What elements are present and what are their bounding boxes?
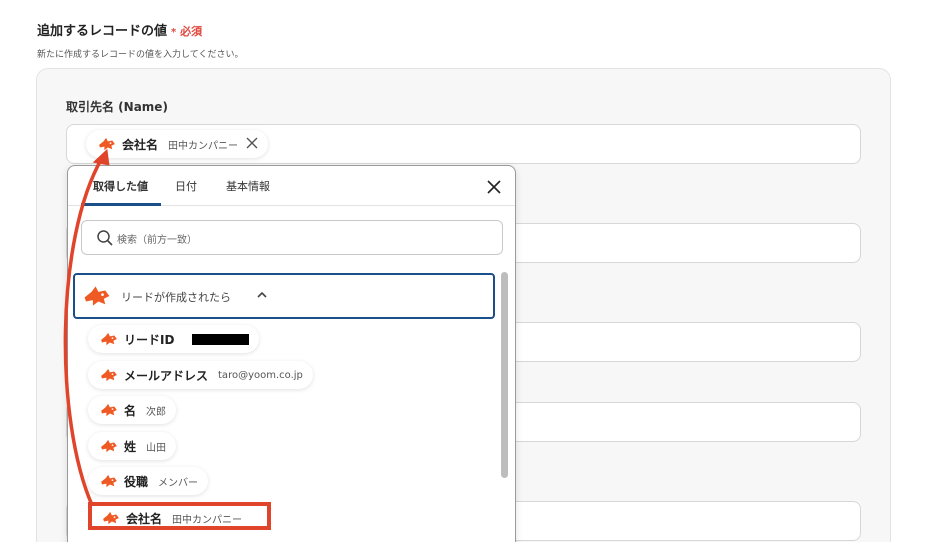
value-item-email[interactable]: メールアドレス taro@yoom.co.jp bbox=[88, 361, 313, 389]
value-item-first-name[interactable]: 名 次郎 bbox=[88, 396, 177, 424]
popup-scrollbar[interactable] bbox=[501, 272, 508, 478]
item-name: 名 bbox=[124, 403, 137, 418]
yoom-logo-icon bbox=[101, 403, 117, 417]
yoom-logo-icon bbox=[99, 137, 115, 151]
item-value: 山田 bbox=[146, 442, 167, 454]
redacted-value bbox=[192, 333, 250, 345]
search-icon bbox=[97, 230, 113, 246]
selected-value-chip[interactable]: 会社名 田中カンパニー bbox=[86, 130, 269, 158]
search-input[interactable]: 検索（前方一致） bbox=[81, 220, 503, 255]
item-name: メールアドレス bbox=[124, 368, 209, 383]
value-item-last-name[interactable]: 姓 山田 bbox=[88, 432, 177, 460]
yoom-logo-icon bbox=[101, 439, 117, 453]
remove-chip-icon[interactable] bbox=[246, 136, 258, 152]
section-title: 追加するレコードの値 * 必須 bbox=[37, 20, 202, 39]
popup-tabs: 取得した値 日付 基本情報 bbox=[68, 166, 515, 206]
tab-acquired-values[interactable]: 取得した値 bbox=[93, 178, 148, 194]
yoom-logo-icon bbox=[101, 474, 117, 488]
yoom-logo-icon bbox=[101, 332, 117, 346]
value-item-title[interactable]: 役職 メンバー bbox=[88, 467, 209, 495]
required-star: * bbox=[171, 27, 177, 38]
highlight-box bbox=[88, 502, 271, 530]
item-value: メンバー bbox=[158, 477, 199, 489]
tab-basic-info[interactable]: 基本情報 bbox=[226, 178, 270, 194]
section-description: 新たに作成するレコードの値を入力してください。 bbox=[37, 50, 244, 60]
chip-name: 会社名 bbox=[122, 137, 159, 152]
chip-value: 田中カンパニー bbox=[168, 140, 239, 152]
item-name: 姓 bbox=[124, 439, 137, 454]
required-label: 必須 bbox=[180, 25, 203, 38]
item-value: 次郎 bbox=[146, 406, 167, 418]
group-label: リードが作成されたら bbox=[121, 291, 231, 304]
trigger-group-header[interactable]: リードが作成されたら bbox=[73, 273, 495, 319]
field-label-name: 取引先名 (Name) bbox=[66, 100, 168, 114]
chevron-up-icon bbox=[257, 291, 267, 298]
required-badge: * 必須 bbox=[171, 25, 202, 38]
search-placeholder: 検索（前方一致） bbox=[117, 235, 197, 246]
close-icon[interactable] bbox=[483, 176, 505, 198]
item-name: リードID bbox=[124, 332, 175, 347]
item-name: 役職 bbox=[124, 474, 149, 489]
yoom-logo-icon bbox=[84, 286, 110, 306]
section-title-text: 追加するレコードの値 bbox=[37, 24, 168, 39]
active-tab-indicator bbox=[81, 203, 161, 206]
tab-date[interactable]: 日付 bbox=[175, 178, 197, 194]
item-value: taro@yoom.co.jp bbox=[218, 369, 303, 381]
value-item-lead-id[interactable]: リードID bbox=[88, 325, 260, 353]
yoom-logo-icon bbox=[101, 368, 117, 382]
